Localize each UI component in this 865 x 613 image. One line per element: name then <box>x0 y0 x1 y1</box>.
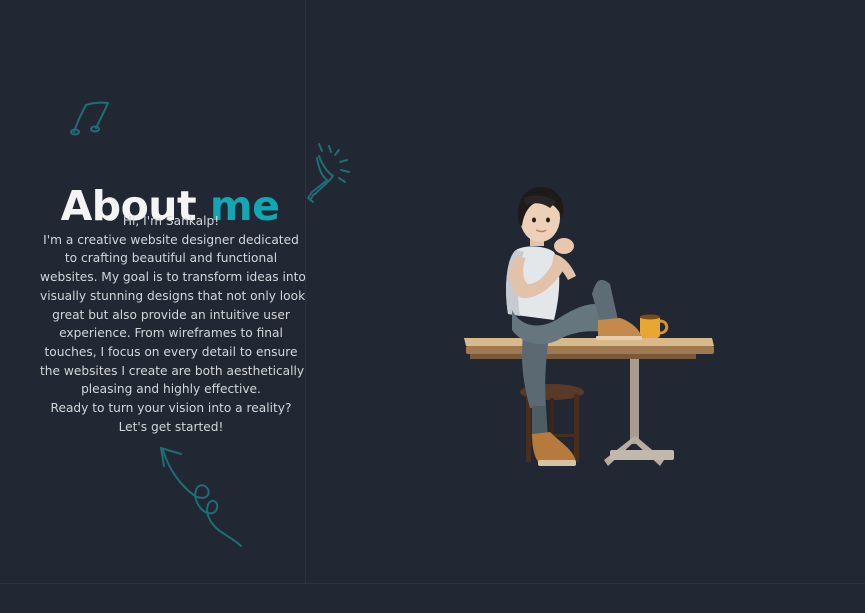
table-base <box>604 352 674 466</box>
person-on-table-illustration <box>464 187 714 466</box>
cta-line: Let's get started! <box>118 419 224 434</box>
bio-line: great but also provide an intuitive user <box>52 307 290 322</box>
table-top <box>464 338 714 359</box>
bio-line: experience. From wireframes to final <box>59 326 283 341</box>
cta-line: Ready to turn your vision into a reality… <box>50 401 292 416</box>
bio-line: to crafting beautiful and functional <box>64 251 278 266</box>
music-note-icon <box>70 101 109 136</box>
curly-arrow-icon <box>160 447 242 547</box>
bio-line: visually stunning designs that not only … <box>40 288 306 303</box>
bio-greeting: Hi, I'm Sankalp! <box>122 214 220 228</box>
bio-line: I'm a creative website designer dedicate… <box>43 232 299 247</box>
bio-line: the websites I create are both aesthetic… <box>40 363 305 378</box>
horizontal-divider <box>0 583 865 584</box>
coffee-mug <box>640 314 669 338</box>
bio-line: touches, I focus on every detail to ensu… <box>44 344 298 359</box>
about-bio: Hi, I'm Sankalp! I'm a creative website … <box>40 212 306 436</box>
bio-line: websites. My goal is to transform ideas … <box>40 270 306 285</box>
about-section: About me Hi, I'm Sankalp! I'm a creative… <box>0 0 865 613</box>
vertical-divider <box>305 0 306 583</box>
bio-line: pleasing and highly effective. <box>81 382 261 397</box>
